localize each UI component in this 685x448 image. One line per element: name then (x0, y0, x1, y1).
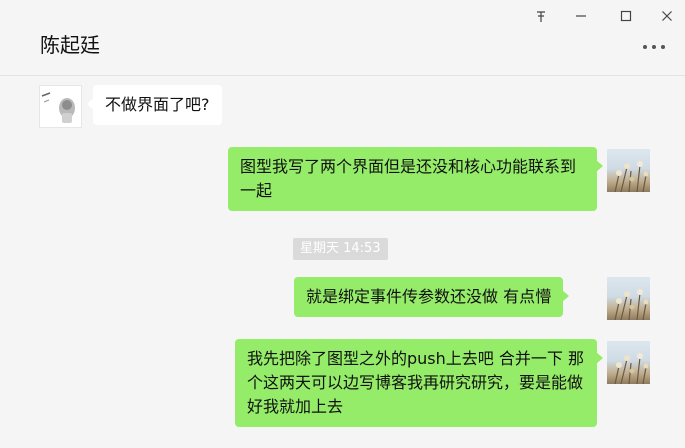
maximize-icon[interactable] (611, 4, 641, 28)
message-text: 不做界面了吧? (105, 95, 210, 114)
message-text: 我先把除了图型之外的push上去吧 合并一下 那个这两天可以边写博客我再研究研究… (247, 349, 584, 416)
more-dots-icon[interactable] (639, 40, 669, 54)
timestamp: 星期天 14:53 (293, 238, 388, 260)
self-avatar[interactable] (607, 341, 650, 384)
minimize-icon[interactable] (566, 4, 596, 28)
close-icon[interactable] (652, 4, 682, 28)
message-text: 就是绑定事件传参数还没做 有点懵 (306, 287, 552, 306)
self-avatar[interactable] (607, 149, 650, 192)
chat-title: 陈起廷 (40, 33, 100, 57)
message-bubble[interactable]: 我先把除了图型之外的push上去吧 合并一下 那个这两天可以边写博客我再研究研究… (235, 339, 603, 427)
chat-header: 陈起廷 (0, 0, 685, 76)
message-bubble[interactable]: 图型我写了两个界面但是还没和核心功能联系到一起 (228, 147, 603, 211)
peer-avatar[interactable] (39, 85, 82, 128)
pin-icon[interactable] (526, 4, 556, 28)
self-avatar[interactable] (607, 277, 650, 320)
message-text: 图型我写了两个界面但是还没和核心功能联系到一起 (240, 157, 577, 200)
message-bubble[interactable]: 就是绑定事件传参数还没做 有点懵 (294, 277, 570, 317)
message-bubble[interactable]: 不做界面了吧? (87, 85, 222, 125)
message-list[interactable]: 不做界面了吧? 图型我写了两个界面但是还没和核心功能联系到一起 星期天 14:5… (0, 77, 676, 448)
